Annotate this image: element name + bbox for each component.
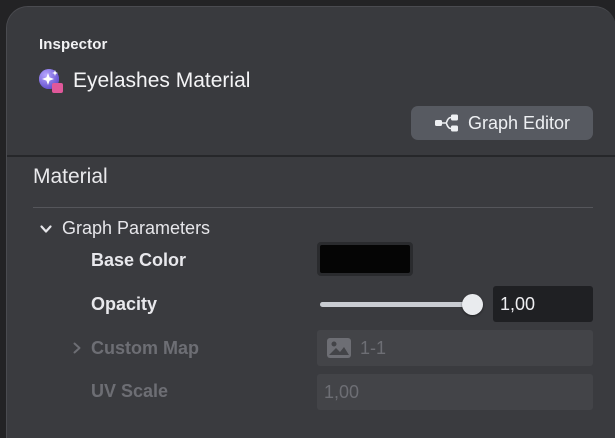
material-section-title: Material bbox=[33, 165, 108, 188]
custom-map-field[interactable]: 1-1 bbox=[317, 330, 593, 366]
graph-parameters-label: Graph Parameters bbox=[62, 218, 211, 238]
base-color-well[interactable] bbox=[317, 242, 413, 276]
inspector-panel: Inspector Eyelashes Material Graph Edito… bbox=[6, 6, 615, 438]
base-color-swatch bbox=[320, 245, 410, 273]
graph-parameters-disclosure[interactable]: Graph Parameters bbox=[39, 218, 210, 239]
custom-map-label: Custom Map bbox=[91, 338, 199, 358]
image-icon bbox=[327, 338, 351, 358]
base-color-label: Base Color bbox=[91, 250, 187, 270]
chevron-right-icon[interactable] bbox=[71, 341, 83, 355]
material-sparkle-icon bbox=[38, 68, 64, 94]
header-divider bbox=[7, 155, 615, 157]
section-divider bbox=[33, 207, 593, 208]
graph-editor-label: Graph Editor bbox=[467, 112, 571, 133]
inspector-heading: Inspector bbox=[39, 36, 108, 53]
opacity-label: Opacity bbox=[91, 294, 158, 314]
opacity-field[interactable]: 1,00 bbox=[493, 286, 593, 322]
uv-scale-label: UV Scale bbox=[91, 381, 169, 401]
uv-scale-field[interactable]: 1,00 bbox=[317, 374, 593, 410]
graph-editor-button[interactable]: Graph Editor bbox=[411, 106, 593, 140]
opacity-slider[interactable] bbox=[320, 294, 483, 315]
opacity-slider-thumb[interactable] bbox=[462, 294, 483, 315]
material-title: Eyelashes Material bbox=[73, 69, 251, 92]
material-title-row: Eyelashes Material bbox=[38, 67, 250, 95]
chevron-down-icon bbox=[39, 222, 53, 236]
inspector-header: Inspector Eyelashes Material Graph Edito… bbox=[7, 7, 615, 155]
opacity-slider-fill bbox=[320, 302, 472, 307]
custom-map-value: 1-1 bbox=[360, 337, 387, 358]
node-graph-icon bbox=[434, 114, 460, 132]
